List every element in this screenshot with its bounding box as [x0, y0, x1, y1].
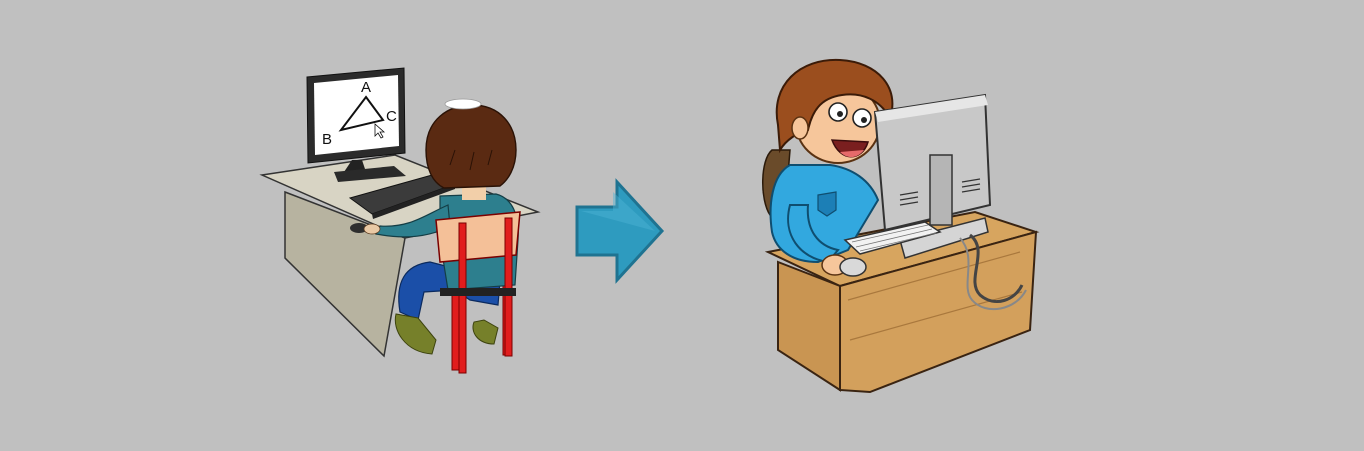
vertex-label-b: B: [322, 131, 332, 148]
vertex-label-a: A: [361, 79, 371, 96]
shoe-right: [472, 319, 499, 345]
monitor: A B C: [306, 67, 406, 164]
happy-boy-at-computer-icon: [762, 58, 1040, 394]
mouse-right: [839, 257, 867, 277]
illustration-scene: A B C: [259, 58, 1040, 394]
student-at-computer-drawing-triangle-icon: A B C: [259, 67, 541, 374]
hair: [425, 104, 517, 189]
vertex-label-c: C: [386, 108, 397, 125]
right-arrow-icon: [575, 178, 665, 284]
shoe-left: [394, 313, 437, 355]
